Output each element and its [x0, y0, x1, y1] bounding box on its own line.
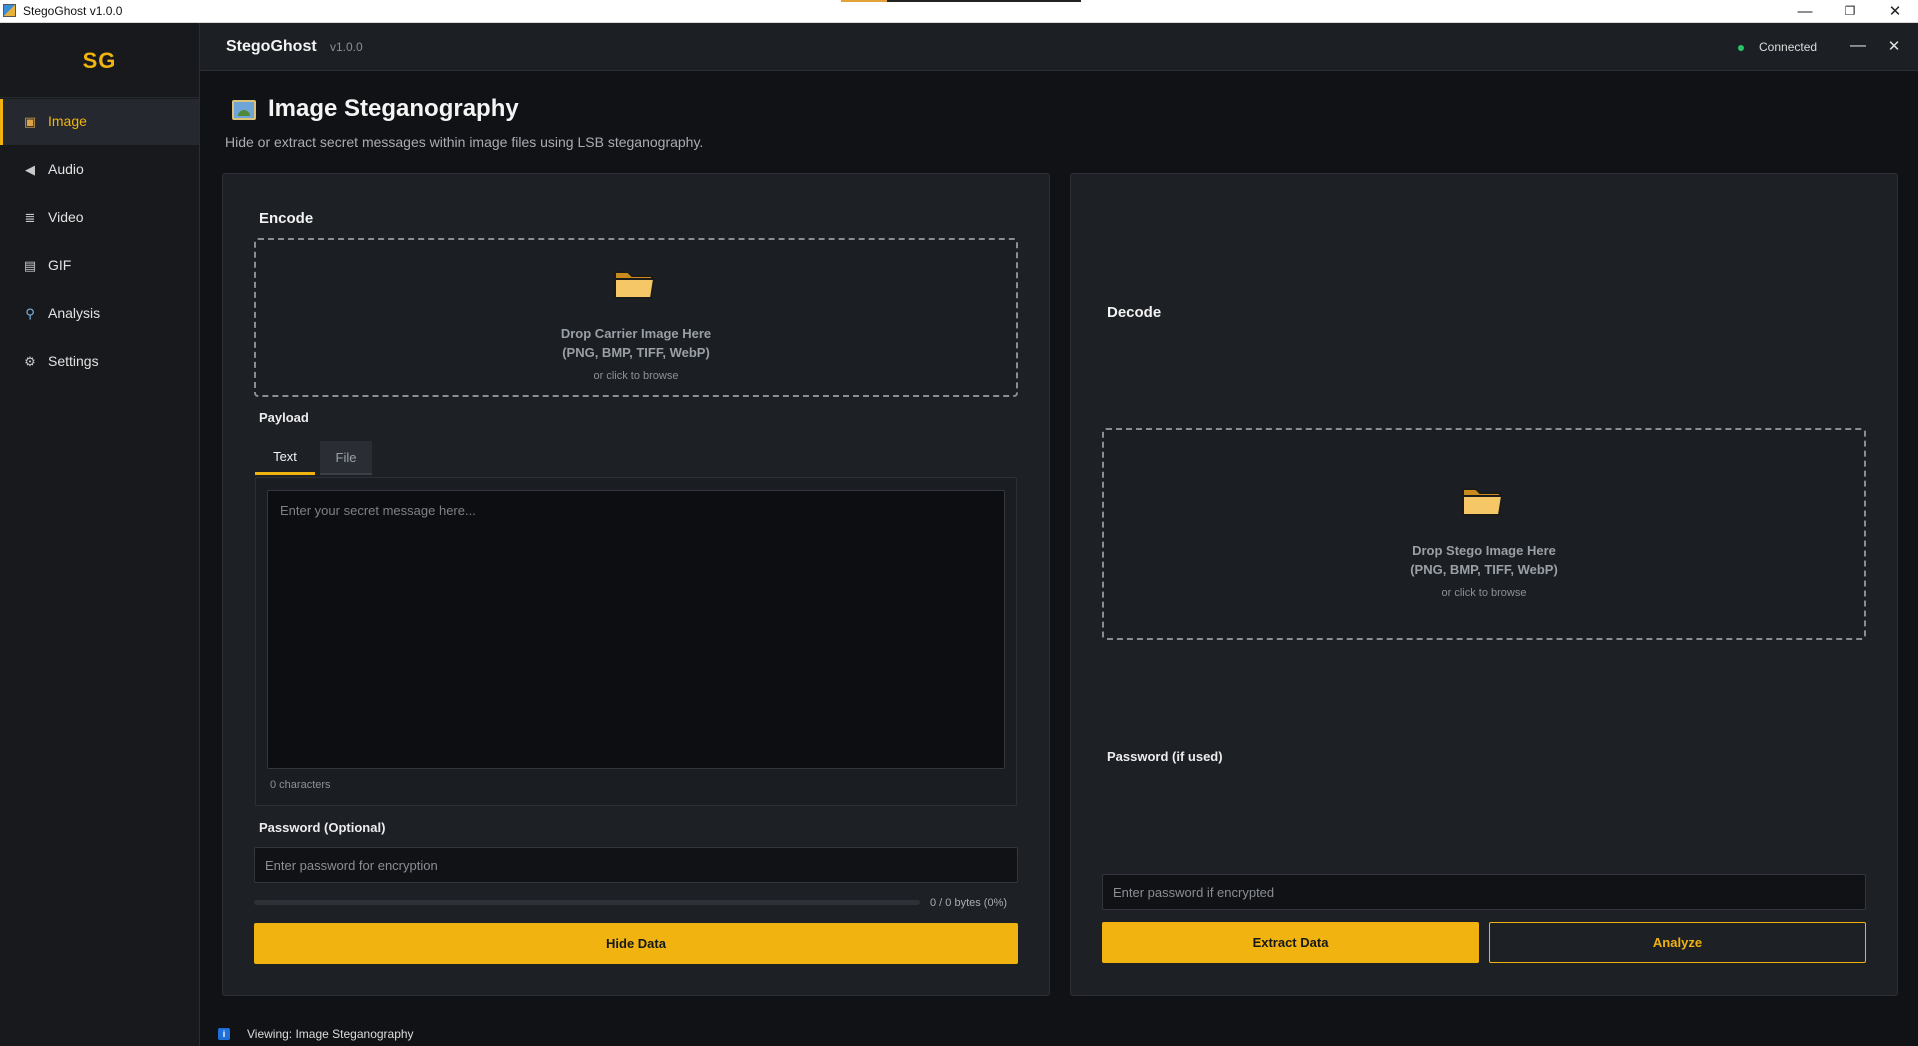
image-icon: ▣: [23, 114, 37, 129]
sidebar-item-label: Image: [48, 113, 87, 129]
sidebar-item-label: Analysis: [48, 305, 101, 321]
drop-title-line1: Drop Carrier Image Here: [560, 326, 712, 341]
capacity-progress-bar: [254, 900, 920, 905]
status-bar-text: Viewing: Image Steganography: [247, 1027, 414, 1041]
sidebar-item-gif[interactable]: ▤ GIF: [0, 243, 199, 289]
app-icon: [3, 4, 16, 17]
tab-text[interactable]: Text: [255, 441, 315, 475]
sidebar-item-label: Video: [48, 209, 84, 225]
window-minimize-button[interactable]: —: [1782, 0, 1828, 22]
decode-title: Decode: [1107, 304, 1162, 321]
sidebar-item-label: Settings: [48, 353, 99, 369]
message-box: 0 characters: [255, 477, 1017, 806]
info-icon: i: [218, 1028, 230, 1040]
sidebar-item-video[interactable]: ≣ Video: [0, 195, 199, 241]
film-icon: ≣: [24, 210, 36, 225]
drop-hint: or click to browse: [593, 370, 679, 382]
carrier-drop-zone[interactable]: Drop Carrier Image Here (PNG, BMP, TIFF,…: [254, 238, 1018, 397]
hide-data-button[interactable]: Hide Data: [254, 923, 1018, 964]
sidebar-item-settings[interactable]: ⚙ Settings: [0, 339, 199, 385]
sidebar-item-label: Audio: [48, 161, 84, 177]
page-title: Image Steganography: [268, 95, 519, 122]
app-close-button[interactable]: ✕: [1883, 35, 1905, 57]
app-version: v1.0.0: [330, 40, 363, 54]
connection-status-dot: [1738, 45, 1744, 51]
character-count: 0 characters: [270, 779, 331, 791]
sidebar: SG ▣ Image ◀ Audio ≣ Video ▤ GIF ⚲ Analy…: [0, 23, 200, 1046]
speaker-icon: ◀: [25, 162, 35, 177]
window-title: StegoGhost v1.0.0: [23, 4, 123, 18]
decode-password-label: Password (if used): [1107, 749, 1223, 764]
picture-icon: [232, 100, 256, 120]
encode-password-label: Password (Optional): [259, 820, 386, 835]
capacity-label: 0 / 0 bytes (0%): [930, 897, 1008, 909]
page-subtitle: Hide or extract secret messages within i…: [225, 134, 704, 150]
drop-title-line2: (PNG, BMP, TIFF, WebP): [562, 345, 710, 360]
window-maximize-button[interactable]: ❐: [1827, 0, 1873, 22]
analyze-button[interactable]: Analyze: [1489, 922, 1866, 963]
encode-password-field[interactable]: [254, 847, 1018, 883]
magnifier-icon: ⚲: [25, 306, 35, 321]
gear-icon: ⚙: [24, 354, 36, 369]
drop-title-line1: Drop Stego Image Here: [1412, 543, 1556, 558]
sidebar-item-image[interactable]: ▣ Image: [0, 99, 199, 145]
window-close-button[interactable]: ✕: [1872, 0, 1918, 22]
extract-data-button[interactable]: Extract Data: [1102, 922, 1479, 963]
folder-icon: [1462, 488, 1504, 516]
tab-file[interactable]: File: [320, 441, 372, 475]
sidebar-item-label: GIF: [48, 257, 72, 273]
sidebar-divider: [0, 97, 199, 98]
os-title-bar: StegoGhost v1.0.0 — ❐ ✕: [0, 0, 1918, 23]
stego-drop-zone[interactable]: Drop Stego Image Here (PNG, BMP, TIFF, W…: [1102, 428, 1866, 640]
secret-message-input[interactable]: [267, 490, 1005, 769]
folder-icon: [614, 271, 656, 299]
title-bar-accent-highlight: [841, 0, 887, 2]
app-logo: SG: [82, 48, 117, 73]
sidebar-item-audio[interactable]: ◀ Audio: [0, 147, 199, 193]
app-minimize-button[interactable]: —: [1847, 35, 1869, 57]
drop-hint: or click to browse: [1441, 587, 1527, 599]
drop-title-line2: (PNG, BMP, TIFF, WebP): [1410, 562, 1558, 577]
connection-status: Connected: [1759, 40, 1818, 54]
encode-title: Encode: [259, 210, 314, 227]
payload-label: Payload: [259, 410, 309, 425]
app-title: StegoGhost: [226, 38, 317, 55]
sidebar-item-analysis[interactable]: ⚲ Analysis: [0, 291, 199, 337]
gif-icon: ▤: [23, 258, 37, 273]
app-header: StegoGhost v1.0.0 Connected — ✕: [200, 23, 1918, 71]
decode-password-field[interactable]: [1102, 874, 1866, 910]
